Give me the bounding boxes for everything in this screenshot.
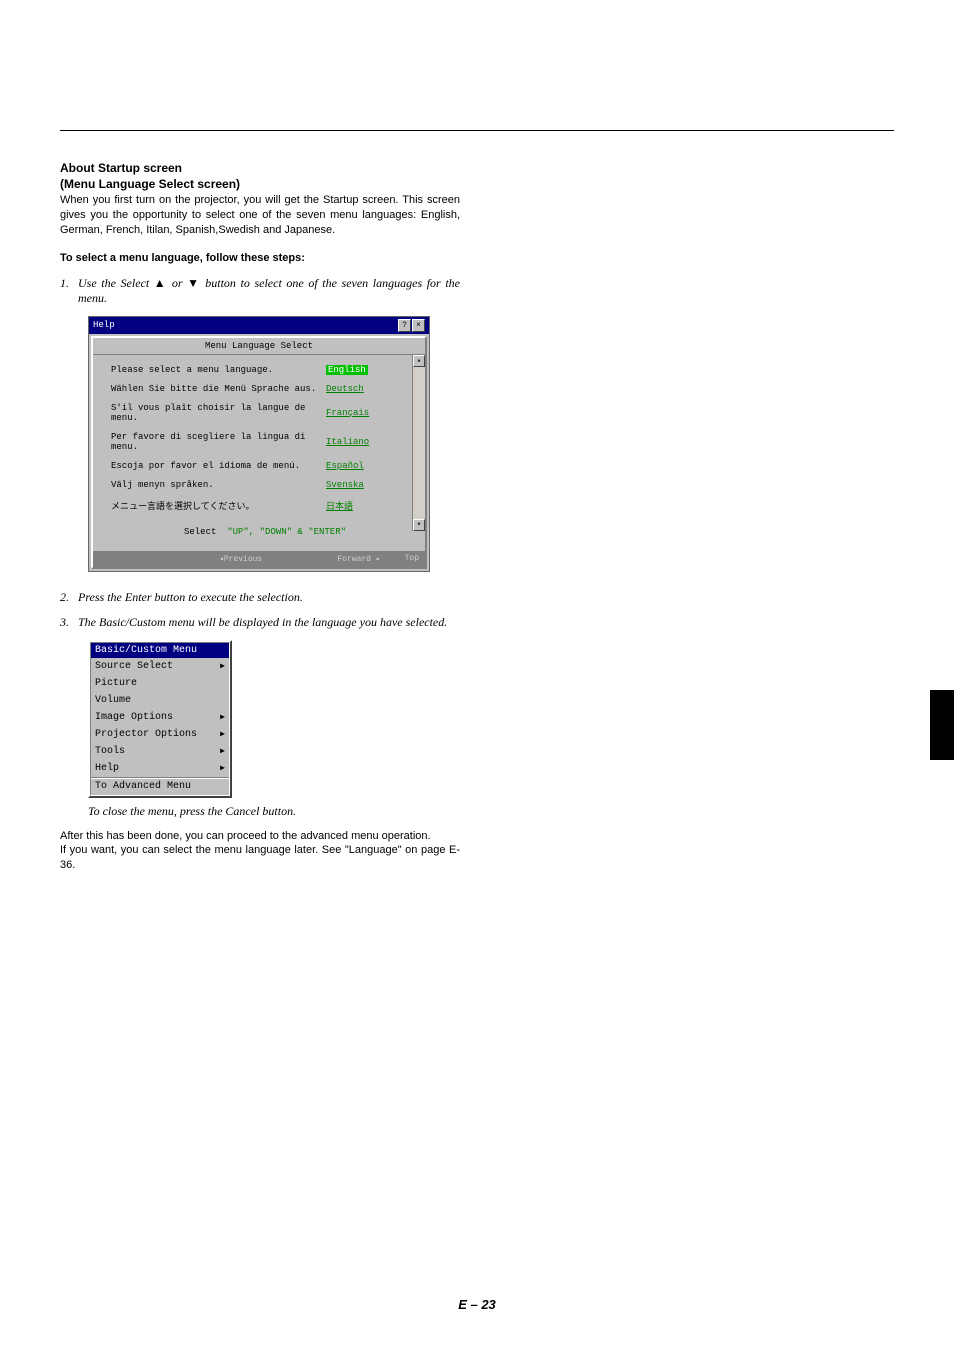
language-row: Escoja por favor el idioma de menú.Españ… xyxy=(111,461,419,471)
submenu-arrow-icon: ▶ xyxy=(220,746,225,756)
up-arrow-icon: ▲ xyxy=(154,276,167,290)
menu-item-label: Help xyxy=(95,763,119,774)
nav-forward[interactable]: Forward ▸ xyxy=(337,554,380,564)
language-prompt: Per favore di scegliere la lingua di men… xyxy=(111,432,326,452)
menu-item[interactable]: Picture xyxy=(91,675,229,692)
language-row: メニュー言語を選択してください。日本語 xyxy=(111,499,419,512)
submenu-arrow-icon: ▶ xyxy=(220,763,225,773)
language-option[interactable]: English xyxy=(326,365,368,375)
close-icon[interactable]: × xyxy=(412,319,425,332)
menu-item-label: Volume xyxy=(95,695,131,706)
menu-item-label: Tools xyxy=(95,746,125,757)
section-heading-1: About Startup screen xyxy=(60,161,460,175)
language-option[interactable]: Deutsch xyxy=(326,384,364,394)
window-titlebar: Help ?× xyxy=(89,317,429,334)
language-prompt: メニュー言語を選択してください。 xyxy=(111,499,326,512)
window-footer: ◂Previous Forward ▸ Top xyxy=(93,551,425,567)
menu-title: Basic/Custom Menu xyxy=(91,643,229,658)
menu-item[interactable]: Projector Options ▶ xyxy=(91,726,229,743)
language-prompt: S'il vous plaît choisir la langue de men… xyxy=(111,403,326,423)
submenu-arrow-icon: ▶ xyxy=(220,712,225,722)
scrollbar[interactable]: ▴ ▾ xyxy=(412,355,425,531)
nav-top[interactable]: Top xyxy=(405,554,419,564)
step-1: 1. Use the Select ▲ or ▼ button to selec… xyxy=(60,276,460,306)
menu-item-label: Image Options xyxy=(95,712,173,723)
menu-item-label: Source Select xyxy=(95,661,173,672)
step-number: 1. xyxy=(60,276,78,306)
language-row: S'il vous plaît choisir la langue de men… xyxy=(111,403,419,423)
language-row: Wählen Sie bitte die Menü Sprache aus.De… xyxy=(111,384,419,394)
language-option[interactable]: Español xyxy=(326,461,364,471)
intro-paragraph: When you first turn on the projector, yo… xyxy=(60,193,460,238)
menu-item-label: Projector Options xyxy=(95,729,197,740)
step-text: The Basic/Custom menu will be displayed … xyxy=(78,615,460,630)
step-text: Press the Enter button to execute the se… xyxy=(78,590,460,605)
after-paragraph-1: After this has been done, you can procee… xyxy=(60,829,460,844)
down-arrow-icon: ▼ xyxy=(187,276,200,290)
step-number: 2. xyxy=(60,590,78,605)
page-number: E – 23 xyxy=(0,1297,954,1312)
scroll-down-icon[interactable]: ▾ xyxy=(413,519,425,531)
steps-heading: To select a menu language, follow these … xyxy=(60,252,460,264)
scroll-up-icon[interactable]: ▴ xyxy=(413,355,425,367)
basic-custom-menu: Basic/Custom Menu Source Select ▶ Picture V… xyxy=(88,640,232,798)
language-prompt: Välj menyn språken. xyxy=(111,480,326,490)
language-prompt: Wählen Sie bitte die Menü Sprache aus. xyxy=(111,384,326,394)
horizontal-rule xyxy=(60,130,894,131)
language-select-window: Help ?× Menu Language Select ▴ ▾ Please … xyxy=(88,316,430,572)
menu-item[interactable]: Image Options ▶ xyxy=(91,709,229,726)
step-text: Use the Select ▲ or ▼ button to select o… xyxy=(78,276,460,306)
step-2: 2. Press the Enter button to execute the… xyxy=(60,590,460,605)
language-row: Please select a menu language.English xyxy=(111,365,419,375)
nav-previous[interactable]: ◂Previous xyxy=(219,554,262,564)
language-option[interactable]: 日本語 xyxy=(326,499,353,512)
menu-item-advanced[interactable]: To Advanced Menu xyxy=(91,777,229,795)
language-row: Per favore di scegliere la lingua di men… xyxy=(111,432,419,452)
window-header: Menu Language Select xyxy=(93,338,425,355)
select-instruction: Select "UP", "DOWN" & "ENTER" xyxy=(111,521,419,545)
submenu-arrow-icon: ▶ xyxy=(220,729,225,739)
menu-item[interactable]: Tools ▶ xyxy=(91,743,229,760)
menu-item[interactable]: Source Select ▶ xyxy=(91,658,229,675)
close-note: To close the menu, press the Cancel butt… xyxy=(88,804,460,819)
menu-item[interactable]: Help ▶ xyxy=(91,760,229,777)
side-tab xyxy=(930,690,954,760)
language-prompt: Please select a menu language. xyxy=(111,365,326,375)
menu-item-label: To Advanced Menu xyxy=(95,781,191,792)
language-prompt: Escoja por favor el idioma de menú. xyxy=(111,461,326,471)
window-title: Help xyxy=(93,320,115,330)
step-number: 3. xyxy=(60,615,78,630)
section-heading-2: (Menu Language Select screen) xyxy=(60,177,460,191)
submenu-arrow-icon: ▶ xyxy=(220,661,225,671)
help-icon[interactable]: ? xyxy=(398,319,411,332)
menu-item-label: Picture xyxy=(95,678,137,689)
language-option[interactable]: Français xyxy=(326,408,369,418)
menu-item[interactable]: Volume xyxy=(91,692,229,709)
after-paragraph-2: If you want, you can select the menu lan… xyxy=(60,843,460,873)
language-option[interactable]: Svenska xyxy=(326,480,364,490)
language-option[interactable]: Italiano xyxy=(326,437,369,447)
language-row: Välj menyn språken.Svenska xyxy=(111,480,419,490)
step-3: 3. The Basic/Custom menu will be display… xyxy=(60,615,460,630)
